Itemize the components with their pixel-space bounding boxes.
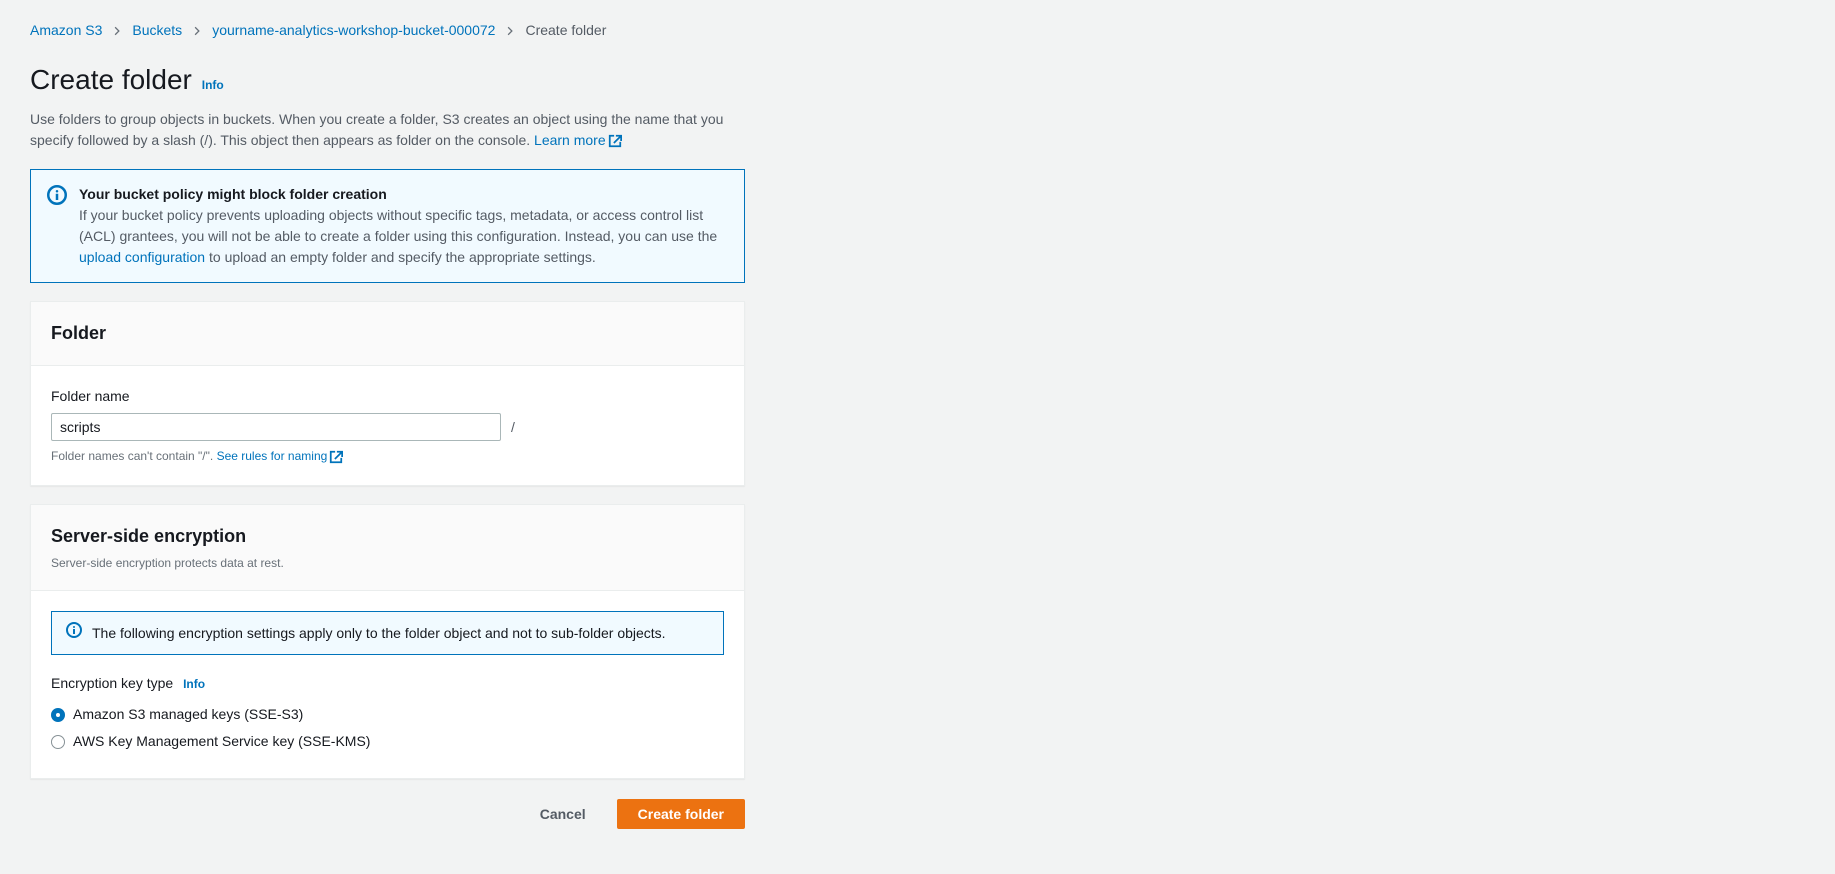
folder-name-input[interactable]	[51, 413, 501, 441]
radio-label: AWS Key Management Service key (SSE-KMS)	[73, 731, 370, 752]
encryption-panel-title: Server-side encryption	[51, 523, 724, 550]
create-folder-button[interactable]: Create folder	[617, 799, 745, 829]
encryption-key-radio-group: Amazon S3 managed keys (SSE-S3) AWS Key …	[51, 704, 724, 752]
folder-name-label: Folder name	[51, 386, 724, 407]
chevron-right-icon	[112, 26, 122, 36]
radio-sse-s3[interactable]: Amazon S3 managed keys (SSE-S3)	[51, 704, 724, 725]
info-link[interactable]: Info	[202, 78, 224, 92]
encryption-panel: Server-side encryption Server-side encry…	[30, 504, 745, 779]
encryption-inline-alert: The following encryption settings apply …	[51, 611, 724, 655]
breadcrumb-link-s3[interactable]: Amazon S3	[30, 20, 102, 41]
upload-config-link[interactable]: upload configuration	[79, 249, 205, 265]
encryption-panel-subtitle: Server-side encryption protects data at …	[51, 554, 724, 572]
folder-panel-title: Folder	[51, 320, 724, 347]
inline-alert-text: The following encryption settings apply …	[92, 623, 666, 644]
naming-rules-link[interactable]: See rules for naming	[217, 449, 344, 463]
footer-actions: Cancel Create folder	[30, 799, 745, 829]
radio-icon	[51, 735, 65, 749]
breadcrumb-link-buckets[interactable]: Buckets	[132, 20, 182, 41]
key-type-info-link[interactable]: Info	[183, 677, 205, 691]
breadcrumb: Amazon S3 Buckets yourname-analytics-wor…	[30, 20, 745, 41]
chevron-right-icon	[505, 26, 515, 36]
alert-title: Your bucket policy might block folder cr…	[79, 184, 728, 205]
chevron-right-icon	[192, 26, 202, 36]
cancel-button[interactable]: Cancel	[519, 799, 607, 829]
external-link-icon	[608, 134, 622, 148]
folder-panel: Folder Folder name / Folder names can't …	[30, 301, 745, 486]
breadcrumb-current: Create folder	[525, 20, 606, 41]
folder-name-hint: Folder names can't contain "/". See rule…	[51, 447, 724, 465]
radio-icon	[51, 708, 65, 722]
slash-suffix: /	[511, 417, 515, 438]
page-title: Create folder	[30, 59, 192, 101]
policy-alert: Your bucket policy might block folder cr…	[30, 169, 745, 283]
breadcrumb-link-bucket[interactable]: yourname-analytics-workshop-bucket-00007…	[212, 20, 495, 41]
radio-sse-kms[interactable]: AWS Key Management Service key (SSE-KMS)	[51, 731, 724, 752]
info-icon	[47, 185, 67, 268]
learn-more-link[interactable]: Learn more	[534, 132, 622, 148]
radio-label: Amazon S3 managed keys (SSE-S3)	[73, 704, 303, 725]
page-description: Use folders to group objects in buckets.…	[30, 109, 745, 151]
external-link-icon	[329, 450, 343, 464]
alert-body: If your bucket policy prevents uploading…	[79, 205, 728, 268]
page-header: Create folder Info Use folders to group …	[30, 59, 745, 151]
info-icon	[66, 622, 82, 644]
key-type-label: Encryption key type	[51, 675, 173, 691]
